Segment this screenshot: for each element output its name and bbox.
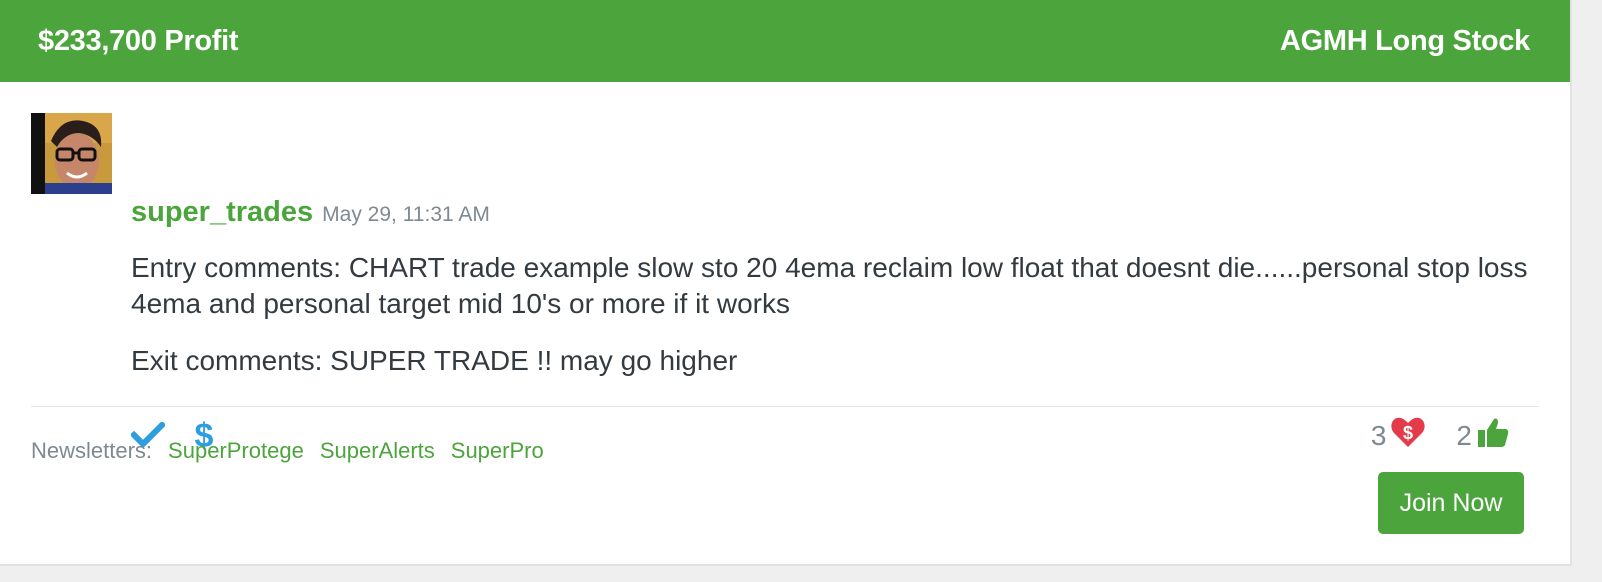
thumbs-up-icon[interactable]	[1476, 415, 1510, 456]
thumbs-up-action[interactable]: 2	[1456, 415, 1510, 456]
newsletter-link-superalerts[interactable]: SuperAlerts	[320, 438, 435, 464]
heart-count: 3	[1370, 419, 1387, 451]
heart-dollar-action[interactable]: 3 $	[1371, 415, 1427, 456]
divider	[31, 406, 1539, 407]
avatar[interactable]	[31, 113, 112, 194]
newsletters-label: Newsletters:	[31, 438, 153, 463]
heart-dollar-icon[interactable]: $	[1390, 415, 1426, 456]
post-meta: super_trades May 29, 11:31 AM	[131, 196, 490, 229]
newsletter-link-superpro[interactable]: SuperPro	[451, 438, 544, 464]
username-link[interactable]: super_trades	[131, 196, 313, 229]
trade-card: $233,700 Profit AGMH Long Stock super_tr…	[0, 0, 1572, 566]
newsletter-link-superprotege[interactable]: SuperProtege	[168, 438, 304, 464]
avatar-image	[31, 113, 112, 194]
exit-comments: Exit comments: SUPER TRADE !! may go hig…	[131, 345, 738, 376]
post-actions-right: 3 $ 2	[1371, 415, 1510, 456]
post-timestamp: May 29, 11:31 AM	[322, 203, 490, 226]
thumbs-count: 2	[1456, 419, 1472, 451]
join-now-button[interactable]: Join Now	[1378, 472, 1524, 534]
trade-label: AGMH Long Stock	[1279, 24, 1530, 57]
newsletters: Newsletters: SuperProtege SuperAlerts Su…	[31, 438, 544, 464]
svg-text:$: $	[1403, 423, 1413, 443]
card-header: $233,700 Profit AGMH Long Stock	[0, 0, 1570, 82]
entry-comments: Entry comments: CHART trade example slow…	[131, 252, 1528, 319]
profit-label: $233,700 Profit	[38, 24, 239, 57]
